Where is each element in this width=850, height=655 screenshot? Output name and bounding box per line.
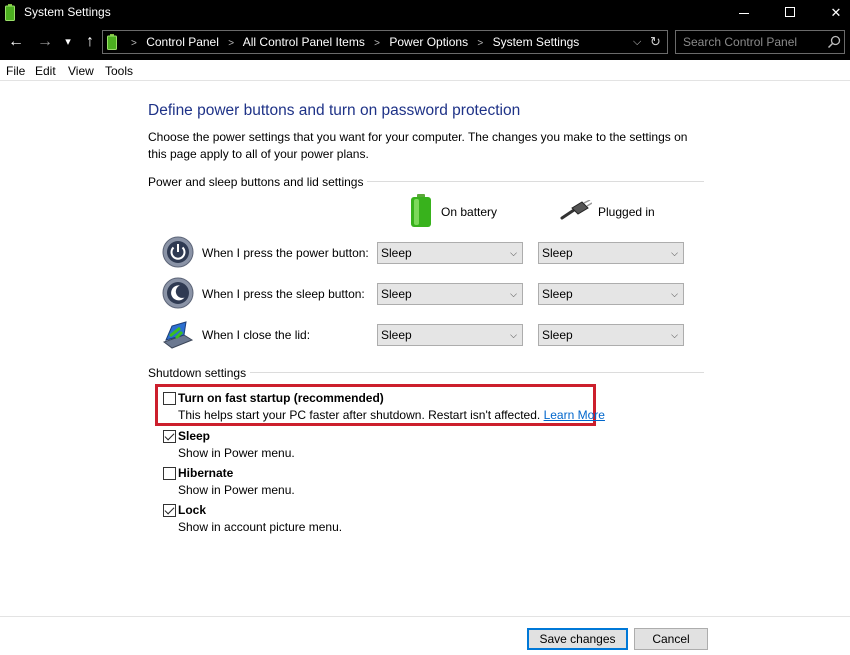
close-icon: ✕ <box>830 5 842 20</box>
close-button[interactable]: ✕ <box>813 0 850 25</box>
fast-startup-desc-text: This helps start your PC faster after sh… <box>178 408 541 422</box>
battery-icon <box>411 194 431 227</box>
shutdown-group-label: Shutdown settings <box>148 366 251 380</box>
hibernate-option-description: Show in Power menu. <box>178 483 295 497</box>
minimize-icon <box>739 13 749 15</box>
minimize-button[interactable] <box>721 0 767 25</box>
sleep-button-icon <box>162 277 194 309</box>
arrow-left-icon: ← <box>8 33 24 50</box>
menu-view[interactable]: View <box>68 64 94 78</box>
refresh-icon[interactable]: ↻ <box>650 31 661 53</box>
sleep-option-title[interactable]: Sleep <box>178 429 210 443</box>
breadcrumb-all-items[interactable]: All Control Panel Items <box>243 35 365 49</box>
fast-startup-description: This helps start your PC faster after sh… <box>178 408 605 422</box>
page-description: Choose the power settings that you want … <box>148 130 688 161</box>
breadcrumb-power-options[interactable]: Power Options <box>389 35 468 49</box>
breadcrumb: > Control Panel > All Control Panel Item… <box>125 31 579 53</box>
chevron-down-icon: ⌵ <box>671 330 678 340</box>
footer-divider <box>0 616 850 617</box>
lid-close-battery-select[interactable]: Sleep ⌵ <box>377 324 523 346</box>
maximize-icon <box>785 7 795 18</box>
forward-button[interactable]: → <box>34 31 56 53</box>
lock-option-description: Show in account picture menu. <box>178 520 343 534</box>
sleep-button-label: When I press the sleep button: <box>202 287 365 301</box>
back-button[interactable]: ← <box>5 31 27 53</box>
chevron-down-icon: ⌵ <box>671 289 678 299</box>
power-plug-icon <box>560 200 592 220</box>
lid-close-label: When I close the lid: <box>202 328 311 342</box>
chevron-down-icon: ⌵ <box>510 248 517 258</box>
address-history-dropdown-icon[interactable]: ⌵ <box>633 31 641 53</box>
cancel-button[interactable]: Cancel <box>634 628 708 650</box>
sleep-button-plugged-select[interactable]: Sleep ⌵ <box>538 283 684 305</box>
select-value: Sleep <box>542 287 573 301</box>
search-box[interactable] <box>675 30 845 54</box>
plugged-in-label: Plugged in <box>598 205 655 219</box>
menu-edit[interactable]: Edit <box>35 64 56 78</box>
navigation-bar: ← → ▾ ↑ > Control Panel > All Control Pa… <box>0 25 850 60</box>
window-title: System Settings <box>24 5 111 19</box>
battery-location-icon <box>107 34 117 50</box>
breadcrumb-separator-icon[interactable]: > <box>477 38 483 49</box>
breadcrumb-separator-icon: > <box>131 38 137 49</box>
maximize-button[interactable] <box>767 0 813 25</box>
breadcrumb-control-panel[interactable]: Control Panel <box>146 35 219 49</box>
title-bar: System Settings ✕ <box>0 0 850 25</box>
select-value: Sleep <box>381 246 412 260</box>
sleep-checkbox[interactable] <box>163 430 176 443</box>
chevron-down-icon: ⌵ <box>510 289 517 299</box>
save-changes-button[interactable]: Save changes <box>527 628 628 650</box>
breadcrumb-separator-icon[interactable]: > <box>374 38 380 49</box>
fast-startup-title[interactable]: Turn on fast startup (recommended) <box>178 391 384 405</box>
select-value: Sleep <box>542 246 573 260</box>
chevron-down-icon: ⌵ <box>671 248 678 258</box>
arrow-up-icon: ↑ <box>86 33 94 50</box>
address-bar[interactable]: > Control Panel > All Control Panel Item… <box>102 30 668 54</box>
menu-tools[interactable]: Tools <box>105 64 133 78</box>
select-value: Sleep <box>542 328 573 342</box>
sleep-button-battery-select[interactable]: Sleep ⌵ <box>377 283 523 305</box>
search-icon[interactable] <box>827 35 841 49</box>
select-value: Sleep <box>381 328 412 342</box>
recent-locations-button[interactable]: ▾ <box>58 31 78 53</box>
power-button-battery-select[interactable]: Sleep ⌵ <box>377 242 523 264</box>
page-title: Define power buttons and turn on passwor… <box>148 102 521 119</box>
up-button[interactable]: ↑ <box>79 31 101 53</box>
hibernate-option-title[interactable]: Hibernate <box>178 466 233 480</box>
lock-option-title[interactable]: Lock <box>178 503 206 517</box>
fast-startup-checkbox[interactable] <box>163 392 176 405</box>
power-button-icon <box>162 236 194 268</box>
menu-file[interactable]: File <box>6 64 25 78</box>
battery-app-icon <box>5 4 15 21</box>
laptop-lid-icon <box>162 321 194 349</box>
on-battery-label: On battery <box>441 205 498 219</box>
learn-more-link[interactable]: Learn More <box>544 408 605 422</box>
chevron-down-icon: ▾ <box>65 36 71 48</box>
breadcrumb-system-settings[interactable]: System Settings <box>493 35 580 49</box>
select-value: Sleep <box>381 287 412 301</box>
menu-bar: File Edit View Tools <box>0 60 850 81</box>
chevron-down-icon: ⌵ <box>510 330 517 340</box>
sleep-option-description: Show in Power menu. <box>178 446 295 460</box>
power-button-plugged-select[interactable]: Sleep ⌵ <box>538 242 684 264</box>
breadcrumb-separator-icon[interactable]: > <box>228 38 234 49</box>
lock-checkbox[interactable] <box>163 504 176 517</box>
search-input[interactable] <box>676 31 824 53</box>
hibernate-checkbox[interactable] <box>163 467 176 480</box>
power-group-label: Power and sleep buttons and lid settings <box>148 175 368 189</box>
power-button-label: When I press the power button: <box>202 246 369 260</box>
arrow-right-icon: → <box>37 33 53 50</box>
lid-close-plugged-select[interactable]: Sleep ⌵ <box>538 324 684 346</box>
